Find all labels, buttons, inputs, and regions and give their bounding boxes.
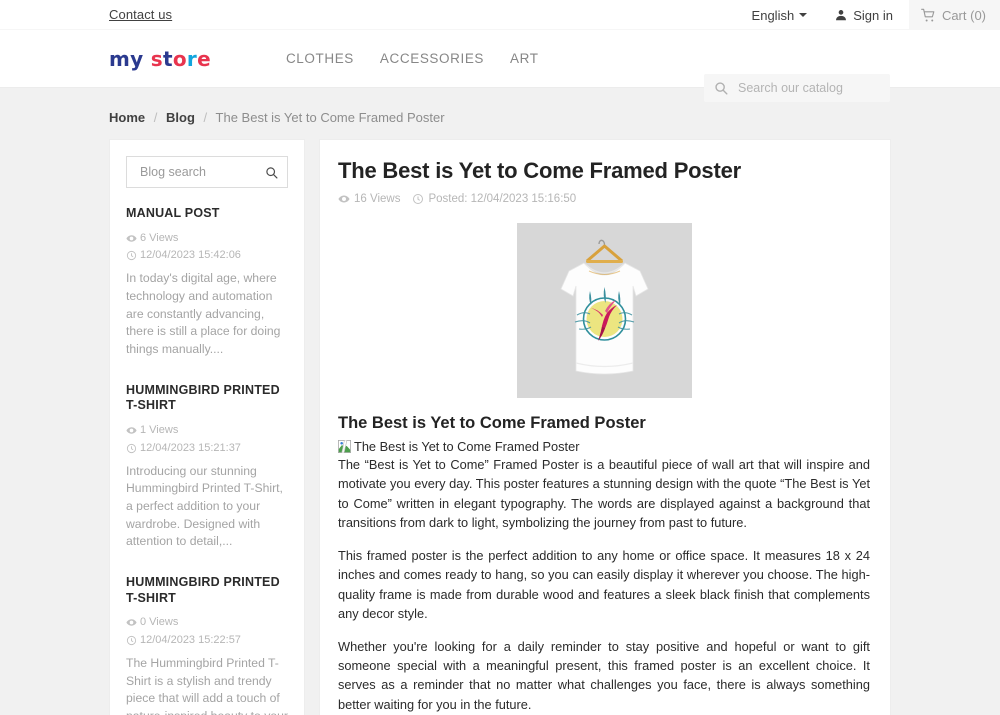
main-nav-bar: my store CLOTHES ACCESSORIES ART [0,30,1000,102]
views-meta: 6 Views [126,231,178,246]
broken-image-glyph [338,439,351,454]
breadcrumb-current: The Best is Yet to Come Framed Poster [215,110,445,125]
chevron-down-icon [799,13,808,17]
search-icon[interactable] [265,166,278,179]
main-menu: CLOTHES ACCESSORIES ART [286,51,539,66]
logo-letter [143,47,150,71]
sign-in-label: Sign in [853,7,893,23]
cart-button[interactable]: Cart (0) [908,0,1000,30]
article-hero-image [516,223,692,398]
top-bar-right: English Sign in Cart (0) [752,0,1000,30]
broken-image-icon [338,439,351,454]
breadcrumb-separator: / [203,110,208,125]
language-label: English [751,7,795,23]
page-body: MANUAL POST 6 Views [0,139,1000,715]
menu-item-accessories[interactable]: ACCESSORIES [380,51,484,66]
date-meta: 12/04/2023 15:22:57 [126,633,241,648]
language-selector[interactable]: English [752,0,821,30]
article-paragraph: Whether you're looking for a daily remin… [338,638,870,712]
views-meta: 1 Views [126,423,178,438]
posted-date: Posted: 12/04/2023 15:16:50 [428,193,577,205]
broken-image-line: The Best is Yet to Come Framed Poster [338,439,870,454]
store-logo[interactable]: my store [109,47,211,71]
logo-letter: s [150,46,163,71]
sidebar-post-excerpt: Introducing our stunning Hummingbird Pri… [126,463,283,549]
eye-icon [338,193,350,205]
logo-letter: my [109,46,144,71]
article-paragraph: The “Best is Yet to Come” Framed Poster … [338,457,870,531]
clock-icon [126,635,137,646]
breadcrumb-home[interactable]: Home [109,110,145,125]
views-count: 0 Views [140,616,179,629]
logo-letter: e [197,46,211,71]
broken-image-alt-text: The Best is Yet to Come Framed Poster [354,439,580,454]
views-count: 1 Views [140,424,179,436]
views-meta: 16 Views [338,193,400,205]
user-icon [834,8,848,22]
blog-search-input[interactable] [138,164,259,180]
cart-label: Cart (0) [941,7,986,23]
logo-letter: r [186,46,198,71]
blog-sidebar: MANUAL POST 6 Views [109,139,305,715]
date-meta: 12/04/2023 15:42:06 [126,248,241,263]
article-content: The Best is Yet to Come Framed Poster 16… [319,139,891,715]
list-item: HUMMINGBIRD PRINTED T-SHIRT 1 Views 12/0… [126,383,288,551]
tshirt-illustration [516,223,692,398]
eye-icon [126,425,137,436]
logo-letter: o [172,46,187,71]
post-date: 12/04/2023 15:22:57 [140,634,241,647]
shopping-cart-icon [921,8,936,23]
sign-in-button[interactable]: Sign in [834,0,909,30]
top-bar: Contact us English Sign in Cart (0) [0,0,1000,30]
catalog-search-input[interactable] [736,80,880,96]
breadcrumb-blog[interactable]: Blog [166,110,195,125]
sidebar-post-title[interactable]: HUMMINGBIRD PRINTED T-SHIRT [126,383,288,414]
sidebar-post-meta: 1 Views 12/04/2023 15:21:37 [126,423,288,456]
site-header: Contact us English Sign in Cart (0) my s… [0,0,1000,102]
sidebar-post-meta: 6 Views 12/04/2023 15:42:06 [126,231,288,264]
menu-item-art[interactable]: ART [510,51,539,66]
clock-icon [412,193,424,205]
views-meta: 0 Views [126,615,178,630]
section-title: The Best is Yet to Come Framed Poster [338,414,646,432]
sidebar-post-excerpt: The Hummingbird Printed T-Shirt is a sty… [126,656,288,715]
article-meta: 16 Views Posted: 12/04/2023 15:16:50 [338,193,870,205]
page-title: The Best is Yet to Come Framed Poster [338,158,741,183]
menu-item-clothes[interactable]: CLOTHES [286,51,354,66]
contact-us-link[interactable]: Contact us [109,7,172,22]
views-count: 16 Views [354,193,401,205]
list-item: HUMMINGBIRD PRINTED T-SHIRT 0 Views 12/0… [126,575,288,715]
clock-icon [126,250,137,261]
article-paragraph: This framed poster is the perfect additi… [338,547,870,622]
views-count: 6 Views [140,231,179,244]
catalog-search[interactable] [704,74,890,102]
search-icon [714,81,728,95]
date-meta: 12/04/2023 15:21:37 [126,441,241,456]
sidebar-post-title[interactable]: MANUAL POST [126,206,288,222]
eye-icon [126,617,137,628]
sidebar-post-meta: 0 Views 12/04/2023 15:22:57 [126,615,288,648]
blog-search[interactable] [126,156,288,188]
eye-icon [126,233,137,244]
logo-letter: t [162,46,173,71]
sidebar-post-title[interactable]: HUMMINGBIRD PRINTED T-SHIRT [126,575,288,606]
sidebar-post-excerpt: In today's digital age, where technology… [126,271,281,357]
breadcrumb-separator: / [153,110,158,125]
list-item: MANUAL POST 6 Views 12/04/2023 15:42:06 … [126,206,288,359]
post-date: 12/04/2023 15:21:37 [140,441,241,454]
posted-meta: Posted: 12/04/2023 15:16:50 [412,193,576,205]
clock-icon [126,443,137,454]
post-date: 12/04/2023 15:42:06 [140,249,241,262]
